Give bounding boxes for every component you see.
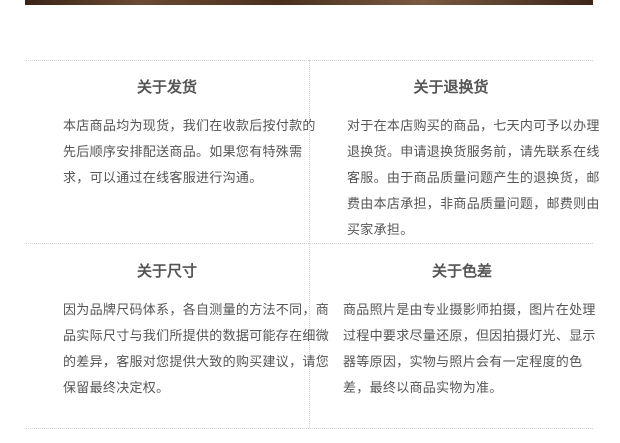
shipping-title: 关于发货: [136, 78, 197, 96]
divider-bottom: [25, 428, 593, 429]
product-image-banner: [25, 0, 593, 5]
returns-body: 对于在本店购买的商品，七天内可予以办理退换货。申请退换货服务前，请先联系在线客服…: [347, 119, 600, 238]
shipping-body: 本店商品均为现货，我们在收款后按付款的先后顺序安排配送商品。如果您有特殊需求，可…: [63, 119, 316, 186]
size-body: 因为品牌尺码体系，各自测量的方法不同，商品实际尺寸与我们所提供的数据可能存在细微…: [63, 303, 330, 396]
color-difference-body: 商品照片是由专业摄影师拍摄，图片在处理过程中要求尽量还原，但因拍摄灯光、显示器等…: [343, 303, 596, 396]
size-title: 关于尺寸: [136, 262, 197, 280]
returns-title: 关于退换货: [413, 78, 489, 96]
color-difference-title: 关于色差: [431, 262, 492, 280]
